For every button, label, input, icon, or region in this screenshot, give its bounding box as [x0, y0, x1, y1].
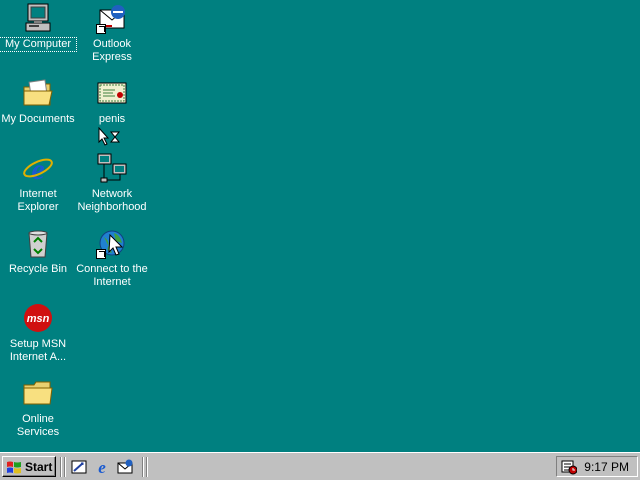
svg-text:e: e: [31, 153, 44, 184]
desktop-icon-label: Outlook Express: [92, 38, 132, 63]
desktop-icon-setup-msn[interactable]: msn Setup MSN Internet A...: [0, 302, 76, 364]
network-neighborhood-icon: [96, 152, 128, 184]
show-desktop-icon[interactable]: [70, 458, 88, 476]
desktop-icon-outlook-express[interactable]: Outlook Express: [74, 2, 150, 64]
desktop-icon-label: Setup MSN Internet A...: [9, 338, 67, 363]
taskbar-separator: [64, 457, 66, 477]
shortcut-arrow-icon: [96, 24, 106, 34]
taskbar: Start e 9:17 PM: [0, 452, 640, 480]
taskbar-separator: [146, 457, 148, 477]
connect-internet-icon: [96, 227, 128, 259]
desktop-icon-connect-internet[interactable]: Connect to the Internet: [74, 227, 150, 289]
desktop-icon-online-services[interactable]: Online Services: [0, 377, 76, 439]
desktop-icon-label: Network Neighborhood: [77, 188, 147, 213]
desktop-icon-label: Connect to the Internet: [76, 263, 148, 288]
shortcut-arrow-icon: [96, 249, 106, 259]
desktop-icon-recycle-bin[interactable]: Recycle Bin: [0, 227, 76, 276]
taskbar-separator: [142, 457, 144, 477]
desktop-icon-internet-explorer[interactable]: e Internet Explorer: [0, 152, 76, 214]
scheduler-icon[interactable]: [561, 459, 578, 475]
desktop-icon-label: Online Services: [16, 413, 60, 438]
taskbar-clock[interactable]: 9:17 PM: [584, 460, 629, 474]
taskbar-separator: [60, 457, 62, 477]
recycle-bin-icon: [22, 227, 54, 259]
certificate-file-icon: [96, 77, 128, 109]
desktop-icon-label: My Documents: [1, 113, 75, 125]
msn-icon: msn: [22, 302, 54, 334]
desktop-icon-my-documents[interactable]: My Documents: [0, 77, 76, 126]
desktop-icon-label: Internet Explorer: [17, 188, 59, 213]
start-label: Start: [25, 459, 53, 474]
svg-text:msn: msn: [27, 313, 50, 325]
busy-cursor-icon: [98, 126, 122, 147]
start-button[interactable]: Start: [2, 456, 56, 477]
my-documents-icon: [22, 77, 54, 109]
desktop-icon-label: My Computer: [0, 37, 77, 52]
outlook-express-icon: [96, 2, 128, 34]
desktop-icon-label: penis: [98, 113, 126, 125]
desktop: My Computer Outlook Express My Documents: [0, 0, 640, 452]
desktop-icon-network-neighborhood[interactable]: Network Neighborhood: [74, 152, 150, 214]
desktop-icon-my-computer[interactable]: My Computer: [0, 2, 77, 52]
internet-explorer-icon: e: [22, 152, 54, 186]
folder-icon: [22, 377, 54, 409]
desktop-icon-label: Recycle Bin: [8, 263, 68, 275]
quick-launch-outlook-express-icon[interactable]: [116, 458, 134, 476]
my-computer-icon: [22, 2, 54, 34]
system-tray: 9:17 PM: [556, 456, 638, 477]
windows-logo-icon: [7, 461, 21, 473]
svg-text:e: e: [98, 458, 106, 476]
quick-launch-internet-explorer-icon[interactable]: e: [93, 458, 111, 477]
desktop-icon-penis[interactable]: penis: [74, 77, 150, 126]
